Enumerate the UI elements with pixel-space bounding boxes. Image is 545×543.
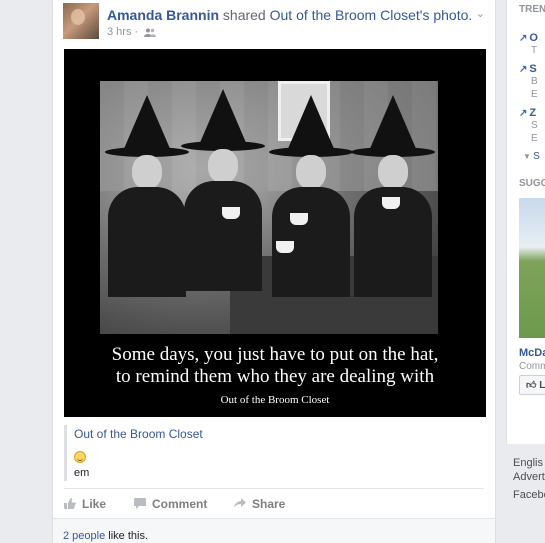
teacup: [382, 197, 400, 209]
photo-credit: Out of the Broom Closet: [220, 394, 330, 406]
thumbs-up-icon: 👍︎: [526, 380, 537, 391]
teacup: [290, 213, 308, 225]
suggested-page-name[interactable]: McDa: [519, 347, 545, 359]
share-icon: [234, 498, 246, 508]
attached-post-quote: Out of the Broom Closet em: [64, 425, 485, 481]
smiley-icon: [74, 451, 86, 463]
suggested-heading: SUGG: [519, 178, 545, 189]
likes-summary: 2 people like this.: [53, 518, 495, 543]
witch-figure-4: [350, 95, 436, 334]
thumbs-up-icon: [64, 498, 76, 509]
author-name-link[interactable]: Amanda Brannin: [107, 7, 219, 23]
meta-separator: ·: [134, 26, 142, 38]
shared-verb: shared: [222, 7, 266, 23]
like-page-button[interactable]: 👍︎ L: [519, 375, 545, 395]
suggested-page-category: Comm: [519, 361, 545, 372]
attached-source-link[interactable]: Out of the Broom Closet: [74, 427, 485, 441]
post-photo[interactable]: Some days, you just have to put on the h…: [64, 49, 486, 417]
chevron-down-icon: ▼: [523, 152, 534, 161]
right-sidebar-card: TREN ↗O T ↗S B E ↗Z S E ▼ S SUGG McDa Co…: [506, 0, 545, 444]
divider: [64, 488, 484, 489]
suggested-page-image[interactable]: [519, 198, 545, 338]
footer-facebook-link[interactable]: Facebo: [513, 489, 545, 501]
post-meta: 3 hrs ·: [107, 26, 157, 38]
source-photo-link[interactable]: Out of the Broom Closet's photo.: [270, 7, 473, 23]
witch-figure-3: [268, 95, 354, 334]
witches-photo-image: [100, 81, 438, 334]
post-timestamp[interactable]: 3 hrs: [107, 26, 131, 38]
post-header: Amanda Brannin shared Out of the Broom C…: [63, 3, 485, 43]
comment-button[interactable]: Comment: [134, 497, 207, 511]
trending-arrow-icon: ↗: [519, 33, 528, 44]
post-headline: Amanda Brannin shared Out of the Broom C…: [107, 7, 472, 23]
footer-language-link[interactable]: Englis: [513, 457, 543, 469]
trending-arrow-icon: ↗: [519, 64, 528, 75]
share-button[interactable]: Share: [234, 497, 285, 511]
trending-heading: TREN: [519, 4, 545, 15]
see-more-link[interactable]: ▼ S: [523, 151, 540, 162]
like-button[interactable]: Like: [64, 497, 106, 511]
attached-text: em: [74, 467, 90, 479]
chevron-down-icon[interactable]: ⌄: [476, 7, 485, 20]
trending-item[interactable]: ↗ O T: [519, 30, 545, 57]
news-feed-post: Amanda Brannin shared Out of the Broom C…: [52, 0, 496, 543]
footer-advertising-link[interactable]: Advert: [513, 471, 545, 483]
author-avatar[interactable]: [63, 3, 99, 39]
likes-text: 2 people like this.: [63, 530, 149, 542]
witch-figure-1: [104, 95, 190, 334]
trending-item[interactable]: ↗ Z S E: [519, 105, 545, 145]
comment-icon: [134, 498, 146, 509]
teacup: [222, 207, 240, 219]
likes-count-link[interactable]: 2 people: [63, 530, 105, 542]
people-icon[interactable]: [144, 28, 157, 37]
teacup: [276, 241, 294, 253]
photo-caption: Some days, you just have to put on the h…: [111, 344, 439, 387]
trending-arrow-icon: ↗: [519, 108, 528, 119]
trending-item[interactable]: ↗ S B E: [519, 61, 545, 101]
